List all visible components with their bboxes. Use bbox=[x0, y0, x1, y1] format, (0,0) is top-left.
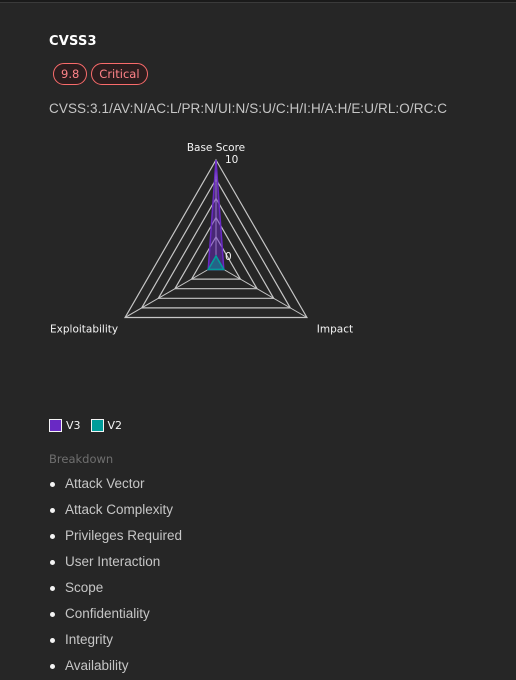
legend-swatch-v3 bbox=[49, 419, 62, 432]
breakdown-item: Scope bbox=[49, 576, 182, 602]
bullet-icon bbox=[50, 534, 55, 539]
breakdown-item: Integrity bbox=[49, 628, 182, 654]
breakdown-list: Attack Vector Attack Complexity Privileges… bbox=[49, 472, 182, 680]
cvss-vector-string: CVSS:3.1/AV:N/AC:L/PR:N/UI:N/S:U/C:H/I:H… bbox=[49, 101, 448, 116]
bullet-icon bbox=[50, 586, 55, 591]
card-title: CVSS3 bbox=[49, 34, 97, 49]
radar-axis-line bbox=[223, 269, 308, 318]
breakdown-item-label: Integrity bbox=[65, 632, 114, 647]
radar-labels: Base Score Impact Exploitability 10 0 bbox=[50, 142, 353, 336]
breakdown-heading: Breakdown bbox=[49, 452, 114, 466]
severity-tag: Critical bbox=[91, 63, 148, 85]
radar-series bbox=[206, 159, 226, 271]
bullet-icon bbox=[50, 560, 55, 565]
breakdown-item-label: Privileges Required bbox=[65, 528, 183, 543]
bullet-icon bbox=[50, 508, 55, 513]
breakdown-item-label: Attack Complexity bbox=[65, 502, 174, 517]
radar-axis-label: Impact bbox=[317, 324, 353, 336]
top-divider bbox=[0, 0, 516, 3]
legend-item-v2[interactable]: V2 bbox=[90, 419, 123, 432]
radar-tick-label: 10 bbox=[225, 154, 238, 166]
legend-label-v3: V3 bbox=[66, 419, 81, 432]
radar-chart: Base Score Impact Exploitability 10 0 bbox=[50, 142, 353, 336]
radar-axis-label: Base Score bbox=[187, 142, 245, 154]
legend-label-v2: V2 bbox=[107, 419, 123, 432]
legend-swatch-v2 bbox=[90, 419, 104, 432]
breakdown-item: Confidentiality bbox=[49, 602, 182, 628]
breakdown-item: Privileges Required bbox=[49, 524, 182, 550]
legend-item-v3[interactable]: V3 bbox=[49, 419, 81, 432]
radar-tick-label: 0 bbox=[225, 251, 232, 263]
breakdown-item: User Interaction bbox=[49, 550, 182, 576]
breakdown-item: Availability bbox=[49, 654, 182, 680]
bullet-icon bbox=[50, 664, 55, 669]
breakdown-item-label: Availability bbox=[65, 658, 129, 673]
breakdown-item-label: Confidentiality bbox=[65, 606, 150, 621]
bullet-icon bbox=[50, 612, 55, 617]
breakdown-item-label: Attack Vector bbox=[65, 476, 145, 491]
breakdown-item-label: User Interaction bbox=[65, 554, 161, 569]
radar-axis-label: Exploitability bbox=[50, 324, 118, 336]
radar-series-v3 bbox=[207, 159, 225, 271]
bullet-icon bbox=[50, 638, 55, 643]
radar-axis-line bbox=[124, 269, 209, 318]
breakdown-item: Attack Complexity bbox=[49, 498, 182, 524]
bullet-icon bbox=[50, 482, 55, 487]
score-tag: 9.8 bbox=[53, 63, 88, 85]
breakdown-item-label: Scope bbox=[65, 580, 104, 595]
tag-group: 9.8 Critical bbox=[53, 63, 148, 85]
chart-legend: V3 V2 bbox=[49, 419, 126, 432]
breakdown-item: Attack Vector bbox=[49, 472, 182, 498]
